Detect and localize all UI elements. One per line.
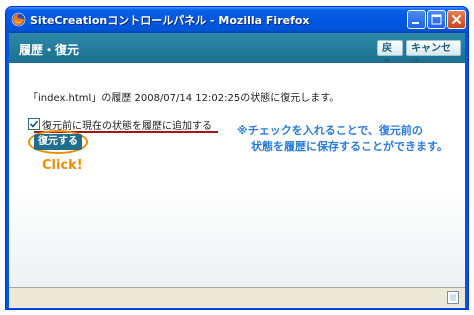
status-bar xyxy=(9,287,465,308)
back-button[interactable]: 戻る xyxy=(377,40,403,70)
restore-message: 「index.html」の履歴 2008/07/14 12:02:25の状態に復… xyxy=(28,93,340,104)
panel-header: 履歴・復元 戻る キャンセル xyxy=(9,33,465,70)
restore-button[interactable]: 復元する xyxy=(34,134,82,150)
window-title: SiteCreationコントロールパネル - Mozilla Firefox xyxy=(30,14,310,27)
browser-window: SiteCreationコントロールパネル - Mozilla Firefox … xyxy=(5,6,469,310)
main-content: 「index.html」の履歴 2008/07/14 12:02:25の状態に復… xyxy=(9,63,465,287)
page-client-area: 履歴・復元 戻る キャンセル 「index.html」の履歴 2008/07/1… xyxy=(9,33,465,308)
cancel-button[interactable]: キャンセル xyxy=(406,40,461,70)
title-bar[interactable]: SiteCreationコントロールパネル - Mozilla Firefox xyxy=(6,7,468,33)
minimize-icon[interactable] xyxy=(407,10,426,29)
note-line-2: 状態を履歴に保存することができます。 xyxy=(251,140,448,153)
close-icon[interactable] xyxy=(447,10,466,29)
page-title: 履歴・復元 xyxy=(19,43,80,57)
annotation-note: ※チェックを入れることで、復元前の 状態を履歴に保存することができます。 xyxy=(237,123,448,155)
firefox-icon xyxy=(11,12,26,27)
note-line-1: ※チェックを入れることで、復元前の xyxy=(237,124,423,137)
maximize-icon[interactable] xyxy=(427,10,446,29)
add-history-checkbox[interactable] xyxy=(28,118,40,130)
click-annotation: Click! xyxy=(42,158,83,173)
page-icon xyxy=(447,291,459,304)
